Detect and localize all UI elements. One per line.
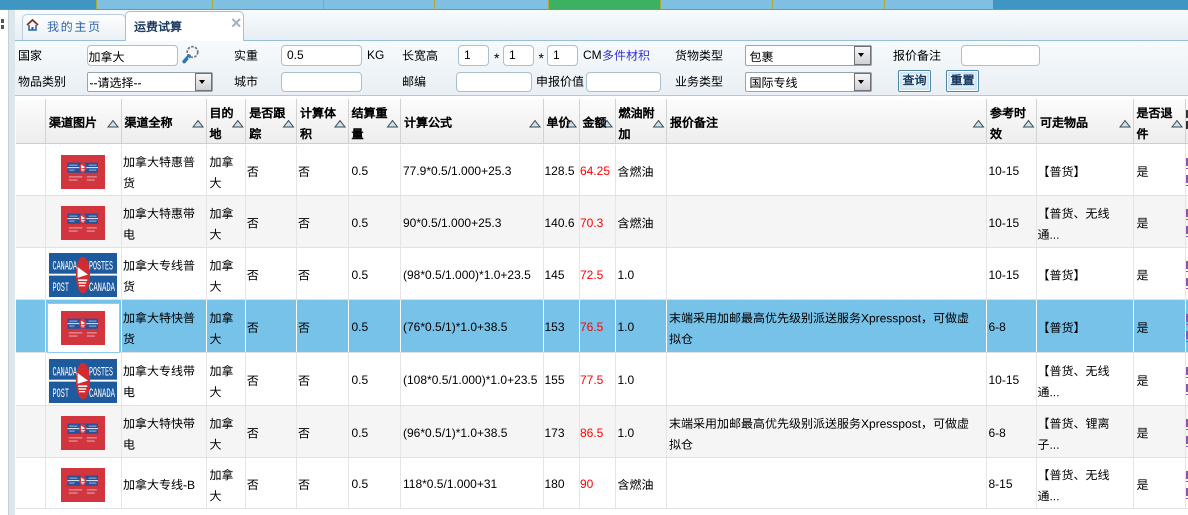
svg-text:CANADA: CANADA xyxy=(52,259,77,274)
svg-text:POSTES: POSTES xyxy=(89,364,113,379)
svg-text:CANADA: CANADA xyxy=(89,280,115,295)
svg-text:POST: POST xyxy=(52,386,69,401)
svg-text:CANADA: CANADA xyxy=(52,364,77,379)
svg-text:POST: POST xyxy=(52,280,69,295)
svg-text:CANADA: CANADA xyxy=(89,386,115,401)
svg-text:POSTES: POSTES xyxy=(89,259,113,274)
